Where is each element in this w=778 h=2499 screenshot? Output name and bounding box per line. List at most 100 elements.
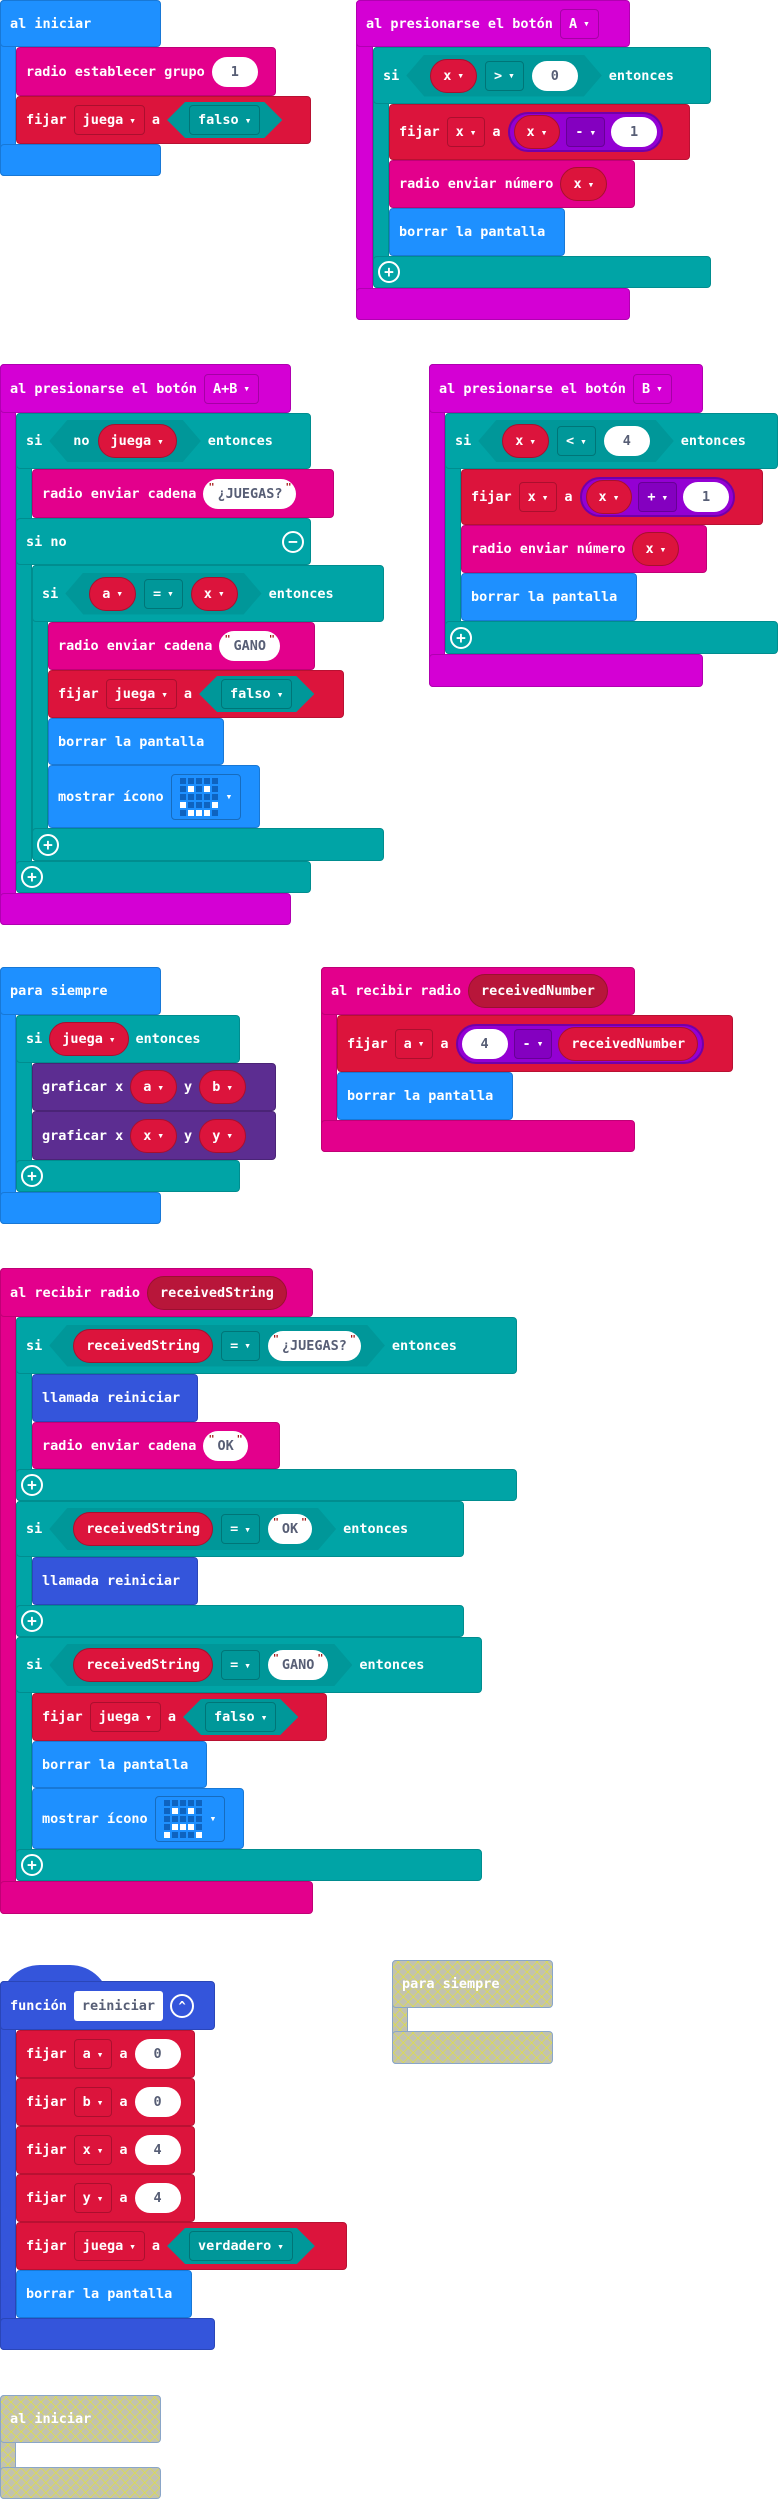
- variable-pill[interactable]: juega ▾: [49, 1022, 129, 1056]
- add-icon[interactable]: +: [450, 626, 472, 649]
- variable-dropdown[interactable]: a ▾: [73, 2039, 113, 2069]
- variable-pill[interactable]: juega ▾: [98, 424, 177, 458]
- function-name-input[interactable]: reiniciar: [73, 1990, 164, 2021]
- math-block[interactable]: x ▾ - ▾ 1: [507, 112, 664, 152]
- set-variable-block[interactable]: fijar a ▾ a 0: [16, 2030, 195, 2078]
- variable-pill[interactable]: x ▾: [430, 59, 477, 93]
- clear-screen-block[interactable]: borrar la pantalla: [461, 573, 637, 621]
- comparison-block[interactable]: receivedString=▾¿JUEGAS?: [49, 1325, 385, 1367]
- math-block[interactable]: 4- ▾ receivedNumber: [455, 1023, 705, 1064]
- add-icon[interactable]: +: [378, 261, 400, 283]
- icon-dropdown[interactable]: ▾: [154, 1795, 226, 1842]
- variable-pill[interactable]: x ▾: [130, 1118, 178, 1153]
- clear-screen-block[interactable]: borrar la pantalla: [48, 718, 224, 765]
- remove-icon[interactable]: −: [282, 530, 304, 553]
- radio-send-string-block[interactable]: radio enviar cadena ¿JUEGAS?: [32, 469, 334, 518]
- add-icon[interactable]: +: [21, 866, 43, 888]
- variable-dropdown[interactable]: a ▾: [394, 1028, 434, 1059]
- add-icon[interactable]: +: [21, 1165, 43, 1187]
- parameter-pill[interactable]: receivedString: [73, 1512, 213, 1546]
- set-variable-block[interactable]: fijar b ▾ a 0: [16, 2078, 195, 2126]
- string-input[interactable]: OK: [268, 1514, 312, 1544]
- show-icon-block[interactable]: mostrar ícono ▾: [48, 765, 260, 828]
- variable-pill[interactable]: b ▾: [199, 1070, 246, 1104]
- boolean-dropdown[interactable]: falso ▾: [205, 1702, 276, 1732]
- boolean-block[interactable]: falso ▾: [167, 102, 282, 138]
- variable-dropdown[interactable]: y ▾: [73, 2183, 113, 2213]
- add-icon[interactable]: +: [21, 1474, 43, 1496]
- comparison-block[interactable]: a ▾ = ▾ x ▾: [65, 573, 261, 615]
- parameter-pill[interactable]: receivedString: [147, 1275, 287, 1310]
- parameter-pill[interactable]: receivedString: [73, 1648, 213, 1682]
- call-function-block[interactable]: llamada reiniciar: [32, 1374, 198, 1422]
- event-header[interactable]: al presionarse el botón A ▾: [356, 0, 630, 47]
- variable-pill[interactable]: x ▾: [560, 167, 608, 201]
- boolean-block[interactable]: verdadero ▾: [167, 2228, 315, 2264]
- variable-pill[interactable]: x ▾: [513, 115, 561, 149]
- number-input[interactable]: 4: [604, 426, 650, 456]
- set-variable-block[interactable]: fijar x ▾ a x ▾ - ▾ 1: [389, 104, 690, 160]
- operator-dropdown[interactable]: - ▾: [566, 117, 606, 147]
- plot-block[interactable]: graficar x a ▾ y b ▾: [32, 1063, 276, 1111]
- if-block[interactable]: si juega ▾ entonces: [16, 1015, 240, 1063]
- string-input[interactable]: OK: [203, 1430, 248, 1461]
- button-dropdown[interactable]: A ▾: [559, 8, 599, 39]
- variable-dropdown[interactable]: juega ▾: [73, 105, 145, 135]
- boolean-block[interactable]: falso ▾: [183, 1699, 298, 1735]
- event-header[interactable]: al presionarse el botón A+B ▾: [0, 364, 291, 413]
- boolean-dropdown[interactable]: falso ▾: [221, 679, 292, 709]
- add-icon[interactable]: +: [37, 833, 59, 856]
- number-input[interactable]: 1: [611, 117, 658, 147]
- comparison-block[interactable]: x ▾ > ▾ 0: [406, 55, 602, 97]
- string-input[interactable]: GANO: [219, 631, 280, 661]
- math-block[interactable]: x ▾ + ▾ 1: [579, 477, 736, 517]
- set-variable-block[interactable]: fijar juega ▾ a falso ▾: [16, 96, 311, 144]
- add-icon[interactable]: +: [21, 1610, 43, 1632]
- operator-dropdown[interactable]: = ▾: [144, 579, 183, 609]
- string-input[interactable]: GANO: [268, 1650, 329, 1680]
- variable-pill[interactable]: x ▾: [632, 532, 680, 566]
- number-input[interactable]: 4: [461, 1028, 508, 1059]
- number-input[interactable]: 0: [134, 2087, 181, 2117]
- operator-dropdown[interactable]: = ▾: [221, 1650, 260, 1680]
- add-icon[interactable]: +: [21, 1854, 43, 1876]
- variable-pill[interactable]: x ▾: [502, 424, 549, 458]
- if-block[interactable]: si no juega ▾ entonces: [16, 413, 311, 469]
- if-block[interactable]: sireceivedString=▾¿JUEGAS?entonces: [16, 1317, 517, 1374]
- number-input[interactable]: 4: [134, 2183, 181, 2213]
- variable-dropdown[interactable]: b ▾: [73, 2087, 113, 2117]
- set-variable-block[interactable]: fijar x ▾ a x ▾ + ▾ 1: [461, 469, 763, 525]
- variable-dropdown[interactable]: juega ▾: [89, 1702, 161, 1732]
- boolean-dropdown[interactable]: verdadero ▾: [189, 2231, 293, 2261]
- variable-dropdown[interactable]: juega ▾: [73, 2231, 145, 2261]
- number-input[interactable]: 4: [134, 2135, 181, 2165]
- clear-screen-block[interactable]: borrar la pantalla: [32, 1741, 207, 1788]
- event-header[interactable]: para siempre: [0, 967, 161, 1015]
- clear-screen-block[interactable]: borrar la pantalla: [389, 208, 565, 256]
- set-variable-block[interactable]: fijar a ▾ a 4- ▾ receivedNumber: [337, 1015, 733, 1072]
- operator-dropdown[interactable]: < ▾: [557, 426, 596, 456]
- event-header[interactable]: al iniciar: [0, 0, 161, 47]
- set-variable-block[interactable]: fijar juega ▾ a falso ▾: [32, 1693, 327, 1741]
- string-input[interactable]: ¿JUEGAS?: [268, 1331, 361, 1361]
- set-variable-block[interactable]: fijar y ▾ a 4: [16, 2174, 195, 2222]
- variable-pill[interactable]: x ▾: [191, 577, 238, 611]
- call-function-block[interactable]: llamada reiniciar: [32, 1557, 198, 1605]
- comparison-block[interactable]: x ▾ < ▾ 4: [478, 420, 674, 462]
- if-block[interactable]: sireceivedString=▾GANOentonces: [16, 1637, 482, 1693]
- radio-send-number-block[interactable]: radio enviar número x ▾: [461, 525, 707, 573]
- radio-set-group-block[interactable]: radio establecer grupo 1: [16, 47, 276, 96]
- parameter-pill[interactable]: receivedNumber: [468, 974, 608, 1008]
- number-input[interactable]: 0: [134, 2039, 181, 2069]
- event-header[interactable]: al presionarse el botón B ▾: [429, 364, 703, 413]
- boolean-dropdown[interactable]: falso ▾: [189, 105, 260, 135]
- number-input[interactable]: 1: [211, 56, 258, 87]
- icon-dropdown[interactable]: ▾: [170, 773, 242, 820]
- variable-pill[interactable]: a ▾: [130, 1070, 178, 1104]
- button-dropdown[interactable]: A+B ▾: [203, 373, 259, 404]
- operator-dropdown[interactable]: = ▾: [221, 1331, 260, 1361]
- plot-block[interactable]: graficar x x ▾ y y ▾: [32, 1111, 276, 1160]
- boolean-block[interactable]: falso ▾: [199, 676, 314, 712]
- variable-pill[interactable]: x ▾: [585, 480, 633, 514]
- number-input[interactable]: 0: [532, 61, 578, 91]
